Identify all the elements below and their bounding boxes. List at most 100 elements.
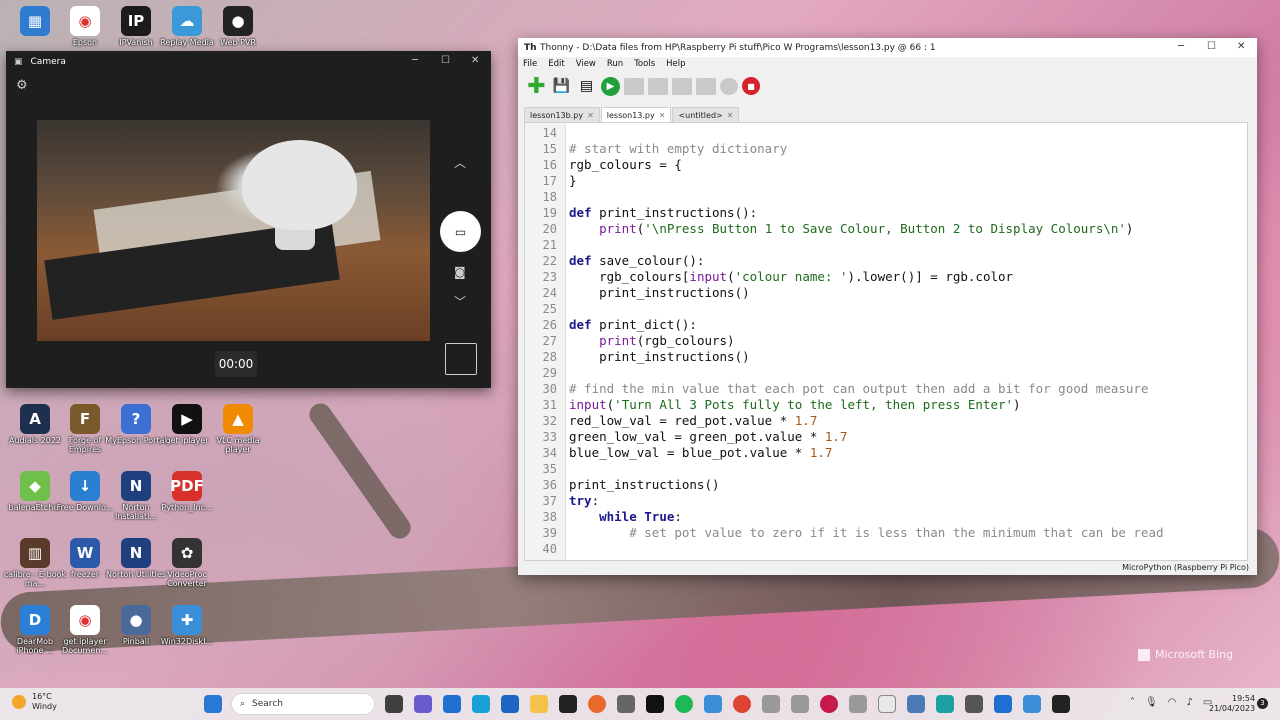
video-camera-icon[interactable]: ▭ [440,211,481,252]
camera-taskbar-icon[interactable] [965,695,983,713]
stop-icon[interactable]: ■ [742,77,760,95]
chevron-down-icon[interactable]: ﹀ [454,293,466,310]
code-line[interactable]: 14 [525,125,569,141]
code-line[interactable]: 24 print_instructions() [525,285,750,301]
editor-tab[interactable]: <untitled> ✕ [672,107,740,123]
code-line[interactable]: 26 def print_dict(): [525,317,697,333]
app-icon[interactable] [1052,695,1070,713]
debug-icon[interactable] [624,77,644,95]
code-line[interactable]: 38 while True: [525,509,682,525]
code-line[interactable]: 19 def print_instructions(): [525,205,758,221]
settings-app-icon[interactable] [617,695,635,713]
chevron-up-icon[interactable]: ˄ [1130,697,1135,708]
menu-item[interactable]: File [523,59,537,69]
code-line[interactable]: 32 red_low_val = red_pot.value * 1.7 [525,413,818,429]
close-tab-icon[interactable]: ✕ [727,111,734,120]
menu-item[interactable]: Edit [548,59,564,69]
edge-icon[interactable] [472,695,490,713]
menu-item[interactable]: Help [666,59,685,69]
code-line[interactable]: 29 [525,365,569,381]
paint-icon[interactable] [704,695,722,713]
task-view-icon[interactable] [385,695,403,713]
notification-badge[interactable]: 3 [1257,698,1268,709]
raspberry-pi-icon[interactable] [820,695,838,713]
start-icon[interactable] [204,695,222,713]
editor-tab[interactable]: lesson13.py ✕ [600,107,672,123]
new-file-icon[interactable]: ✚ [526,74,547,99]
menu-item[interactable]: Tools [634,59,655,69]
code-line[interactable]: 37 try: [525,493,600,509]
step-over-icon[interactable] [648,77,668,95]
close-tab-icon[interactable]: ✕ [659,111,666,120]
vscode-icon[interactable] [994,695,1012,713]
chevron-up-icon[interactable]: ︿ [454,154,466,171]
code-line[interactable]: 35 [525,461,569,477]
store-icon[interactable] [501,695,519,713]
photo-camera-icon[interactable]: ◙ [454,265,466,279]
close-button[interactable]: ✕ [471,55,479,66]
save-file-icon[interactable]: ▤ [576,76,597,96]
menu-item[interactable]: Run [607,59,623,69]
code-line[interactable]: 30 # find the min value that each pot can… [525,381,1149,397]
ve-icon[interactable] [936,695,954,713]
mail-icon[interactable] [443,695,461,713]
notepad-icon[interactable] [907,695,925,713]
code-line[interactable]: 21 [525,237,569,253]
maximize-button[interactable]: ☐ [441,55,450,66]
step-out-icon[interactable] [696,77,716,95]
wifi-icon[interactable]: ◠ [1168,697,1177,708]
close-tab-icon[interactable]: ✕ [587,111,594,120]
resume-icon[interactable] [720,77,738,95]
app-icon[interactable] [762,695,780,713]
code-line[interactable]: 20 print('\nPress Button 1 to Save Colou… [525,221,1134,237]
app-icon[interactable] [1023,695,1041,713]
code-line[interactable]: 17} [525,173,577,189]
camera-window[interactable]: ▣ Camera ─ ☐ ✕ ⚙ ︿ ▭ ◙ ﹀ 00:00 [6,51,491,388]
teams-chat-icon[interactable] [414,695,432,713]
gear-icon[interactable]: ⚙ [16,78,28,93]
code-line[interactable]: 28 print_instructions() [525,349,750,365]
desktop-icon[interactable]: ● Web PVR [206,6,270,47]
close-button[interactable]: ✕ [1237,41,1245,52]
spotify-icon[interactable] [675,695,693,713]
code-editor[interactable]: 14 15 # start with empty dictionary 16 rgb_c… [524,122,1248,561]
clock[interactable]: 19:54 21/04/2023 [1209,694,1255,714]
interpreter-status[interactable]: MicroPython (Raspberry Pi Pico) [1122,563,1249,572]
maximize-button[interactable]: ☐ [1207,41,1216,52]
open-file-icon[interactable]: 💾 [551,76,572,96]
code-line[interactable]: 33 green_low_val = green_pot.value * 1.7 [525,429,848,445]
desktop-icon[interactable]: PDF Python_Inc... [155,471,219,512]
code-line[interactable]: 31 input('Turn All 3 Pots fully to the le… [525,397,1021,413]
desktop-icon[interactable]: ✚ Win32DiskI... [155,605,219,646]
microphone-icon[interactable]: 🎙 [1145,697,1158,708]
app-icon[interactable] [791,695,809,713]
app-icon[interactable] [646,695,664,713]
code-line[interactable]: 23 rgb_colours[input('colour name: ').lo… [525,269,1014,285]
minimize-button[interactable]: ─ [1178,41,1184,52]
code-line[interactable]: 25 [525,301,569,317]
desktop-icon[interactable]: ▲ VLC media player [206,404,270,454]
code-line[interactable]: 27 print(rgb_colours) [525,333,735,349]
minimize-button[interactable]: ─ [412,55,418,66]
search-box[interactable]: ⌕ Search [231,693,375,715]
editor-tab[interactable]: lesson13b.py ✕ [524,107,600,123]
run-icon[interactable]: ▶ [601,76,620,96]
code-line[interactable]: 15 # start with empty dictionary [525,141,788,157]
code-line[interactable]: 39 # set pot value to zero if it is less… [525,525,1164,541]
code-line[interactable]: 22 def save_colour(): [525,253,705,269]
thonny-window[interactable]: Th Thonny - D:\Data files from HP\Raspbe… [518,38,1257,575]
chrome-icon[interactable] [733,695,751,713]
volume-icon[interactable]: ♪ [1186,697,1192,708]
app-icon[interactable] [849,695,867,713]
step-into-icon[interactable] [672,77,692,95]
gallery-thumbnail[interactable] [445,343,477,375]
menu-item[interactable]: View [576,59,596,69]
file-explorer-icon[interactable] [530,695,548,713]
code-line[interactable]: 18 [525,189,569,205]
code-line[interactable]: 36 print_instructions() [525,477,720,493]
code-line[interactable]: 34 blue_low_val = blue_pot.value * 1.7 [525,445,833,461]
weather-widget[interactable]: 16°C Windy [12,692,57,712]
ipvanish-icon[interactable] [559,695,577,713]
thonny-taskbar-icon[interactable] [878,695,896,713]
firefox-icon[interactable] [588,695,606,713]
